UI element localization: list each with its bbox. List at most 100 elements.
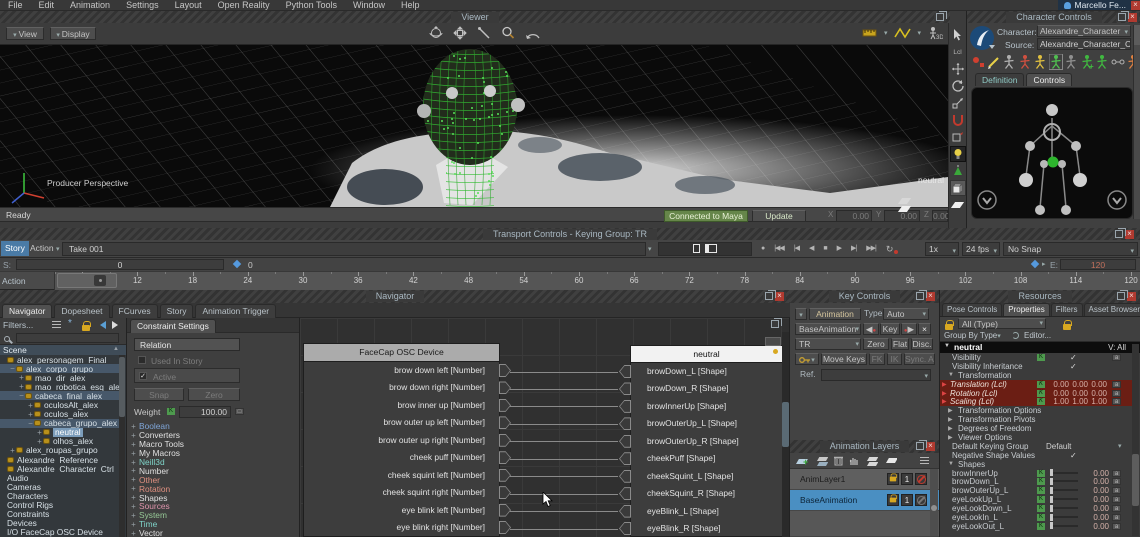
slider-knob[interactable] bbox=[1050, 522, 1053, 529]
input-socket[interactable] bbox=[619, 452, 631, 465]
move-keys-button[interactable]: Move Keys bbox=[821, 353, 867, 365]
keying-group-dropdown[interactable]: TR▾ bbox=[795, 338, 861, 350]
character-3d-icon[interactable]: 3D bbox=[927, 26, 943, 40]
shape-value[interactable]: 0.00 bbox=[1083, 495, 1109, 504]
source-plug-cheek-squint-right-number[interactable]: cheek squint right [Number] bbox=[304, 484, 499, 501]
slider-knob[interactable] bbox=[1050, 487, 1053, 494]
magnify-icon[interactable] bbox=[500, 25, 516, 41]
shape-slider[interactable] bbox=[1050, 498, 1078, 500]
expand-toggle[interactable]: + bbox=[36, 428, 43, 437]
source-plug-brow-down-left-number[interactable]: brow down left [Number] bbox=[304, 362, 499, 379]
checkmark-icon[interactable]: ✓ bbox=[1070, 362, 1077, 371]
character-select-dropdown[interactable]: Alexandre_Character▾ bbox=[1037, 25, 1131, 37]
value-2[interactable]: 0.00 bbox=[1085, 380, 1107, 389]
layer-lock-icon[interactable] bbox=[887, 494, 899, 506]
keyframe-dropdown[interactable]: ▾ bbox=[918, 29, 922, 37]
anim-node-icon[interactable]: a bbox=[1112, 487, 1121, 494]
key-icon[interactable]: K bbox=[1037, 390, 1045, 397]
close-panel-icon[interactable]: × bbox=[1127, 292, 1136, 301]
normals-icon[interactable] bbox=[950, 163, 966, 179]
tree-item-constraints[interactable]: Constraints bbox=[0, 510, 119, 519]
expand-toggle[interactable]: + bbox=[130, 511, 137, 520]
action-mode-dropdown[interactable]: Action ▾ bbox=[30, 241, 60, 256]
story-button[interactable]: Story bbox=[1, 241, 29, 256]
object-collapse-icon[interactable]: ▼ bbox=[944, 343, 950, 349]
pan-icon[interactable] bbox=[452, 25, 468, 41]
tree-item-cameras[interactable]: Cameras bbox=[0, 482, 119, 491]
take-field[interactable]: Take 001 bbox=[62, 242, 646, 256]
property-group-transformation[interactable]: ▼Transformation bbox=[940, 371, 1132, 380]
slider-knob[interactable] bbox=[1050, 514, 1053, 521]
shape-slider[interactable] bbox=[1050, 472, 1078, 474]
play-button[interactable]: ▶ bbox=[832, 241, 846, 257]
tree-item-alex-roupas-grupo[interactable]: +alex_roupas_grupo bbox=[0, 446, 119, 455]
weight-key-icon[interactable]: K bbox=[167, 408, 175, 415]
slider-knob[interactable] bbox=[1050, 478, 1053, 485]
key-icon[interactable]: K bbox=[1037, 505, 1045, 512]
menu-file[interactable]: File bbox=[0, 0, 31, 11]
key-tool-dropdown[interactable]: ▾ bbox=[795, 353, 819, 365]
next-frame-button[interactable]: ▶| bbox=[846, 241, 861, 257]
zero-button[interactable]: Zero bbox=[188, 388, 240, 401]
expand-toggle[interactable]: − bbox=[18, 391, 25, 400]
set-key-button[interactable]: Key bbox=[880, 323, 900, 335]
delete-key-button[interactable]: × bbox=[918, 323, 931, 335]
source-plug-brow-outer-up-right-number[interactable]: brow outer up right [Number] bbox=[304, 432, 499, 449]
loop-end-gem-icon[interactable] bbox=[1031, 260, 1039, 268]
input-socket[interactable] bbox=[619, 435, 631, 448]
input-socket[interactable] bbox=[619, 487, 631, 500]
layer-weight-box[interactable]: 1 bbox=[901, 494, 913, 506]
driven-keys-icon[interactable] bbox=[950, 129, 966, 145]
dropdown-value[interactable]: Default bbox=[1046, 442, 1071, 451]
key-icon[interactable]: K bbox=[1037, 487, 1045, 494]
shape-property-browinnerup[interactable]: browInnerUpK0.00a bbox=[940, 469, 1132, 478]
type-filter-dropdown[interactable]: All (Type)▾ bbox=[958, 318, 1046, 329]
frame-count-icon[interactable] bbox=[705, 244, 717, 253]
shape-property-eyelookdown-l[interactable]: eyeLookDown_LK0.00a bbox=[940, 504, 1132, 513]
timeline-scrubber[interactable] bbox=[57, 273, 117, 288]
translate-icon[interactable] bbox=[950, 61, 966, 77]
menu-open-reality[interactable]: Open Reality bbox=[210, 0, 278, 11]
shape-property-eyelookin-l[interactable]: eyeLookIn_LK0.00a bbox=[940, 513, 1132, 522]
sync-all-dropdown[interactable]: Sync. All bbox=[904, 353, 935, 365]
shape-value[interactable]: 0.00 bbox=[1083, 522, 1109, 531]
tree-scroll-up-icon[interactable]: ▲ bbox=[113, 346, 119, 352]
shape-value[interactable]: 0.00 bbox=[1083, 477, 1109, 486]
expand-toggle[interactable]: + bbox=[130, 440, 137, 449]
tree-item-oculosalt-alex[interactable]: +oculosAlt_alex bbox=[0, 400, 119, 409]
lock-filter-icon[interactable] bbox=[82, 325, 90, 331]
display-menu-button[interactable]: ▾ Display bbox=[50, 27, 96, 40]
property-visibility-inheritance[interactable]: Visibility Inheritance✓ bbox=[940, 362, 1132, 371]
select-cursor-icon[interactable] bbox=[950, 27, 966, 43]
snap-button[interactable]: Snap bbox=[134, 388, 184, 401]
goto-start-button[interactable]: |◀◀ bbox=[769, 241, 789, 257]
target-plug-eyeblink-l-shape[interactable]: eyeBlink_L [Shape] bbox=[631, 503, 782, 520]
expand-toggle[interactable]: − bbox=[27, 419, 34, 428]
zoom-icon[interactable] bbox=[476, 25, 492, 41]
expand-toggle[interactable]: + bbox=[36, 437, 43, 446]
float-panel-icon[interactable] bbox=[916, 292, 924, 300]
float-panel-icon[interactable] bbox=[771, 320, 779, 328]
zero-button[interactable]: Zero bbox=[863, 338, 889, 350]
pick-star-icon[interactable]: * bbox=[68, 318, 72, 329]
target-plug-eyeblink-r-shape[interactable]: eyeBlink_R [Shape] bbox=[631, 520, 782, 537]
flat-button[interactable]: Flat bbox=[891, 338, 909, 350]
tree-item-characters[interactable]: Characters bbox=[0, 491, 119, 500]
tree-item-neutral[interactable]: +neutral bbox=[0, 428, 119, 437]
input-socket[interactable] bbox=[619, 400, 631, 413]
output-socket[interactable] bbox=[499, 504, 511, 517]
resources-scrollbar[interactable] bbox=[1132, 344, 1139, 536]
character-icon[interactable] bbox=[1002, 54, 1016, 70]
expand-toggle[interactable]: + bbox=[130, 449, 137, 458]
float-panel-icon[interactable] bbox=[1117, 292, 1125, 300]
group-by-dropdown[interactable]: Group By Type▾ bbox=[944, 331, 1001, 340]
expand-toggle[interactable]: + bbox=[130, 520, 137, 529]
weight-anim-icon[interactable]: □ bbox=[235, 408, 244, 415]
mirror-character-icon[interactable] bbox=[1095, 54, 1109, 70]
group-arrow-icon[interactable]: ▶ bbox=[948, 425, 953, 432]
output-socket[interactable] bbox=[499, 469, 511, 482]
tree-scrollbar[interactable] bbox=[119, 355, 125, 537]
property-scaling-lcl[interactable]: ▶Scaling (Lcl)K1.001.001.00a bbox=[940, 397, 1132, 406]
loop-button[interactable]: ↻ bbox=[881, 241, 899, 257]
slider-knob[interactable] bbox=[1050, 505, 1053, 512]
